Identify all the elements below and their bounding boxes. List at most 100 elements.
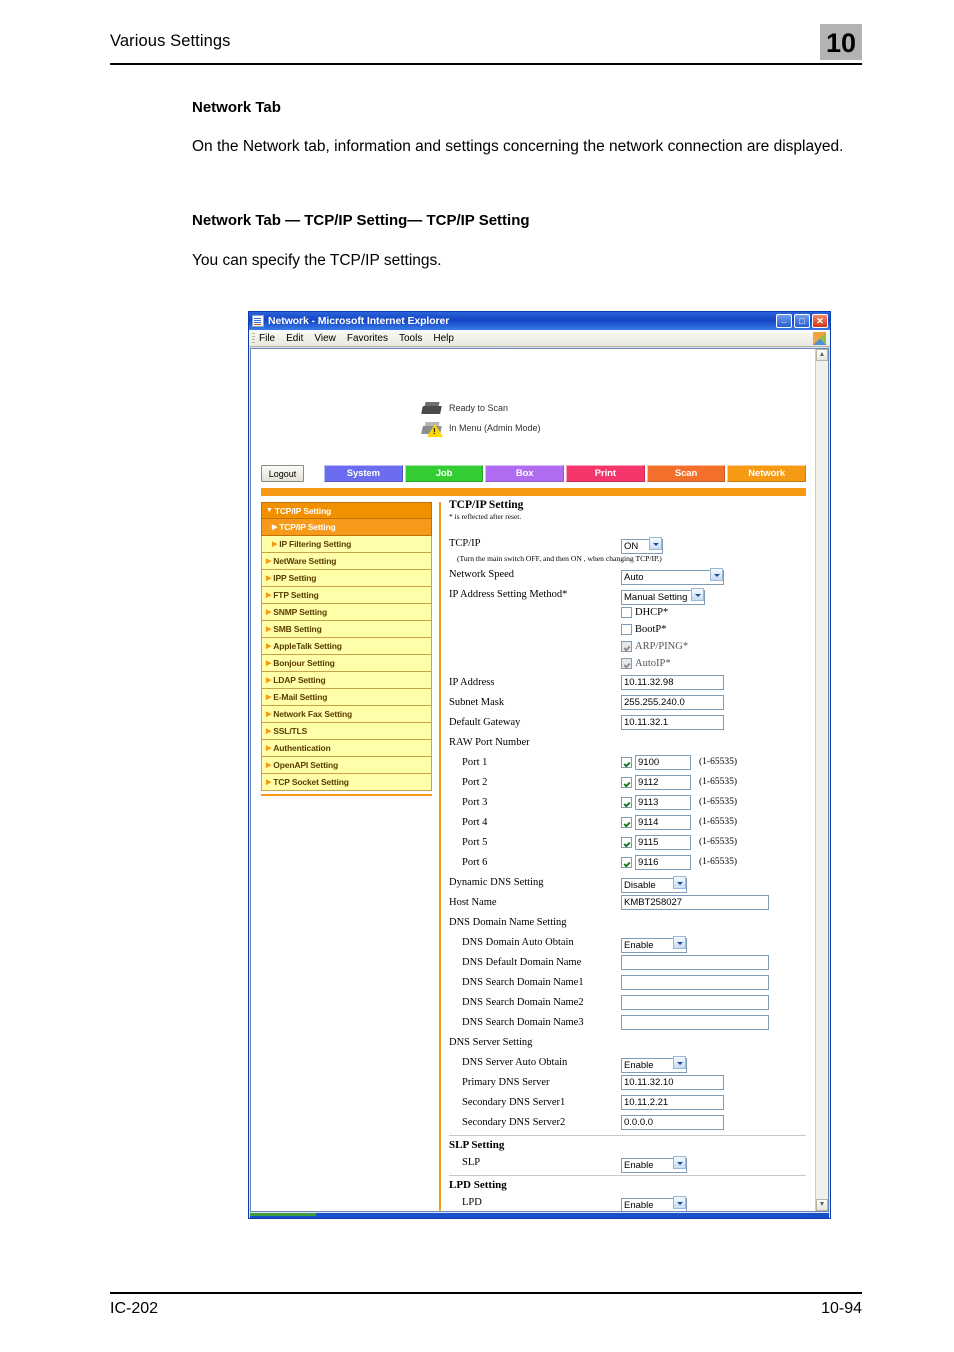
field-tcpip: TCP/IP ON xyxy=(449,533,806,554)
maximize-button[interactable]: □ xyxy=(794,314,810,328)
sidebar-item-bonjour-setting[interactable]: ▶ Bonjour Setting xyxy=(261,655,432,672)
field-label: Primary DNS Server xyxy=(462,1076,550,1088)
subnet-mask-input[interactable] xyxy=(621,694,724,710)
default-gateway-input[interactable] xyxy=(621,714,724,730)
port-2-checkbox[interactable] xyxy=(621,776,632,788)
sidebar-item-appletalk-setting[interactable]: ▶ AppleTalk Setting xyxy=(261,638,432,655)
host-name-input[interactable] xyxy=(621,894,769,910)
field-port-6: Port 6 (1-65535) xyxy=(449,852,806,872)
window-titlebar: Network - Microsoft Internet Explorer _ … xyxy=(249,312,830,330)
heading-tcpip-setting: Network Tab — TCP/IP Setting— TCP/IP Set… xyxy=(192,212,530,229)
port-4-input[interactable] xyxy=(635,814,691,830)
checkbox-autoip-row: AutoIP* xyxy=(449,655,806,672)
ip-method-select-wrapper: Manual Setting xyxy=(621,587,705,605)
field-label: Network Speed xyxy=(449,568,515,580)
arp-ping-checkbox[interactable] xyxy=(621,641,632,652)
sidebar-group-tcpip-setting[interactable]: ▼ TCP/IP Setting xyxy=(261,502,432,519)
chevron-right-icon: ▶ xyxy=(266,557,272,565)
paragraph-tcpip-setting: You can specify the TCP/IP settings. xyxy=(192,252,442,269)
field-label: Port 1 xyxy=(462,756,488,768)
sidebar-item-ssl-tls[interactable]: ▶ SSL/TLS xyxy=(261,723,432,740)
section-divider xyxy=(449,1175,806,1176)
sidebar-item-label: E-Mail Setting xyxy=(273,692,328,702)
sidebar-item-ftp-setting[interactable]: ▶ FTP Setting xyxy=(261,587,432,604)
dns-search1-input[interactable] xyxy=(621,974,769,990)
field-port-4: Port 4 (1-65535) xyxy=(449,812,806,832)
port-1-checkbox[interactable] xyxy=(621,756,632,768)
sidebar-item-netware-setting[interactable]: ▶ NetWare Setting xyxy=(261,553,432,570)
port-6-input[interactable] xyxy=(635,854,691,870)
tab-system[interactable]: System xyxy=(324,465,403,482)
network-speed-select[interactable]: Auto xyxy=(621,569,724,585)
port-3-checkbox[interactable] xyxy=(621,796,632,808)
sidebar-item-label: Authentication xyxy=(273,743,331,753)
vertical-scrollbar[interactable]: ▲ ▼ xyxy=(815,349,828,1211)
sidebar-item-tcp-socket-setting[interactable]: ▶ TCP Socket Setting xyxy=(261,774,432,791)
port-2-input[interactable] xyxy=(635,774,691,790)
sidebar-item-snmp-setting[interactable]: ▶ SNMP Setting xyxy=(261,604,432,621)
menu-file[interactable]: File xyxy=(259,333,275,344)
minimize-button[interactable]: _ xyxy=(776,314,792,328)
sidebar-item-authentication[interactable]: ▶ Authentication xyxy=(261,740,432,757)
menu-help[interactable]: Help xyxy=(433,333,454,344)
sidebar-item-openapi-setting[interactable]: ▶ OpenAPI Setting xyxy=(261,757,432,774)
menu-bar: File Edit View Favorites Tools Help xyxy=(249,330,830,347)
field-secondary-dns-server1: Secondary DNS Server1 xyxy=(449,1092,806,1112)
dns-default-domain-input[interactable] xyxy=(621,954,769,970)
dns-domain-auto-select[interactable]: Enable xyxy=(621,937,687,953)
sidebar-item-label: LDAP Setting xyxy=(273,675,326,685)
slp-select[interactable]: Enable xyxy=(621,1157,687,1173)
port-3-input[interactable] xyxy=(635,794,691,810)
menu-edit[interactable]: Edit xyxy=(286,333,303,344)
sidebar-item-label: TCP/IP Setting xyxy=(279,522,336,532)
ip-method-select[interactable]: Manual Setting xyxy=(621,589,705,605)
tab-job[interactable]: Job xyxy=(404,465,484,482)
close-button[interactable]: ✕ xyxy=(812,314,828,328)
ie-logo-icon xyxy=(813,332,826,345)
sidebar-item-ipp-setting[interactable]: ▶ IPP Setting xyxy=(261,570,432,587)
status-row: Ready to Scan xyxy=(421,399,541,417)
chevron-right-icon: ▶ xyxy=(266,676,272,684)
dns-search2-input[interactable] xyxy=(621,994,769,1010)
port-4-checkbox[interactable] xyxy=(621,816,632,828)
logout-button[interactable]: Logout xyxy=(261,465,304,482)
sidebar-item-label: AppleTalk Setting xyxy=(273,641,342,651)
scroll-up-icon[interactable]: ▲ xyxy=(816,349,828,361)
menu-view[interactable]: View xyxy=(314,333,336,344)
dynamic-dns-select[interactable]: Disable xyxy=(621,877,687,893)
tab-accent-bar xyxy=(261,488,806,496)
autoip-checkbox[interactable] xyxy=(621,658,632,669)
port-1-input[interactable] xyxy=(635,754,691,770)
lpd-select[interactable]: Enable xyxy=(621,1197,687,1211)
secondary-dns1-input[interactable] xyxy=(621,1094,724,1110)
sidebar-item-smb-setting[interactable]: ▶ SMB Setting xyxy=(261,621,432,638)
tab-scan[interactable]: Scan xyxy=(646,465,726,482)
scroll-down-icon[interactable]: ▼ xyxy=(816,1199,828,1211)
sidebar-item-network-fax-setting[interactable]: ▶ Network Fax Setting xyxy=(261,706,432,723)
sidebar-item-email-setting[interactable]: ▶ E-Mail Setting xyxy=(261,689,432,706)
field-dns-server-auto-obtain: DNS Server Auto Obtain Enable xyxy=(449,1052,806,1073)
ip-address-input[interactable] xyxy=(621,674,724,690)
bootp-checkbox[interactable] xyxy=(621,624,632,635)
dns-server-auto-select[interactable]: Enable xyxy=(621,1057,687,1073)
sidebar-item-ip-filtering-setting[interactable]: ▶ IP Filtering Setting xyxy=(261,536,432,553)
dns-search3-input[interactable] xyxy=(621,1014,769,1030)
checkbox-bootp-row: BootP* xyxy=(449,621,806,638)
tab-network[interactable]: Network xyxy=(727,465,807,482)
tab-box[interactable]: Box xyxy=(485,465,565,482)
port-6-checkbox[interactable] xyxy=(621,856,632,868)
primary-dns-input[interactable] xyxy=(621,1074,724,1090)
footer-page-number: 10-94 xyxy=(821,1300,862,1317)
sidebar-item-ldap-setting[interactable]: ▶ LDAP Setting xyxy=(261,672,432,689)
dhcp-checkbox[interactable] xyxy=(621,607,632,618)
port-5-input[interactable] xyxy=(635,834,691,850)
secondary-dns2-input[interactable] xyxy=(621,1114,724,1130)
menu-tools[interactable]: Tools xyxy=(399,333,422,344)
sidebar-item-tcpip-setting[interactable]: ▶ TCP/IP Setting xyxy=(261,519,432,536)
port-5-checkbox[interactable] xyxy=(621,836,632,848)
menu-favorites[interactable]: Favorites xyxy=(347,333,388,344)
tab-print[interactable]: Print xyxy=(566,465,645,482)
chevron-right-icon: ▶ xyxy=(266,608,272,616)
field-default-gateway: Default Gateway xyxy=(449,712,806,732)
tcpip-select[interactable]: ON xyxy=(621,538,663,554)
